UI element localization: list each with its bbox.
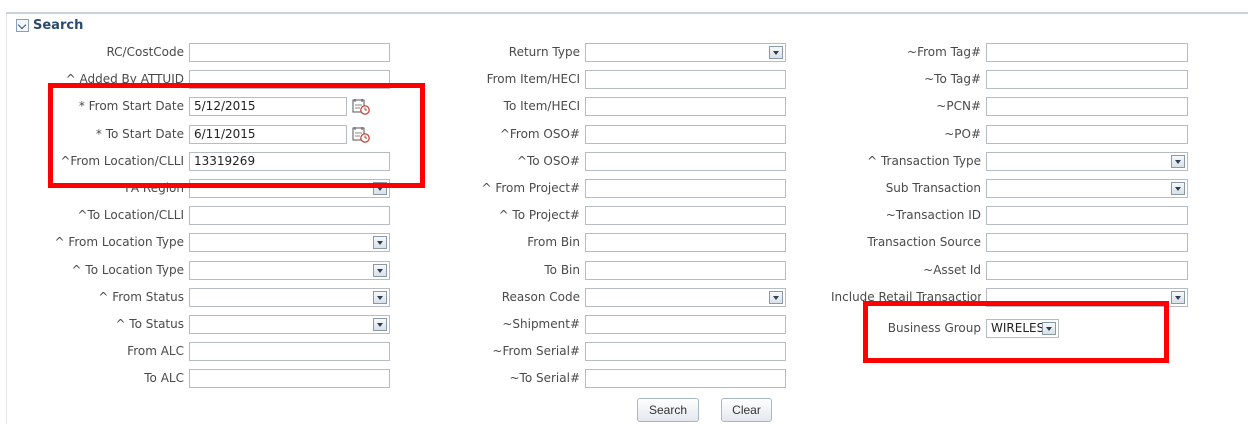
- to-bin-input[interactable]: [585, 261, 786, 280]
- include-retail-transaction-select[interactable]: [986, 288, 1188, 307]
- to-location-type-label: ^ To Location Type: [71, 263, 184, 277]
- dropdown-arrow-icon[interactable]: [1171, 182, 1185, 195]
- reason-code-select[interactable]: [585, 288, 786, 307]
- asset-id-label: ~Asset Id: [923, 263, 981, 277]
- clear-button[interactable]: Clear: [721, 398, 772, 422]
- to-alc-input[interactable]: [189, 369, 390, 388]
- to-start-date-input[interactable]: 6/11/2015: [189, 125, 347, 144]
- shipment-input[interactable]: [585, 315, 786, 334]
- to-bin-label: To Bin: [544, 263, 580, 277]
- from-alc-label: From ALC: [127, 344, 184, 358]
- from-oso-input[interactable]: [585, 125, 786, 144]
- to-project-input[interactable]: [585, 206, 786, 225]
- dropdown-arrow-icon[interactable]: [373, 182, 387, 195]
- from-status-label: ^ From Status: [98, 290, 184, 304]
- business-group-label: Business Group: [887, 321, 981, 335]
- business-group-select[interactable]: WIRELESS: [986, 319, 1059, 338]
- from-tag-input[interactable]: [986, 43, 1188, 62]
- to-alc-label: To ALC: [144, 371, 184, 385]
- from-location-clli-label: ^From Location/CLLI: [60, 154, 184, 168]
- section-title: Search: [33, 17, 84, 33]
- from-location-clli-input[interactable]: 13319269: [189, 152, 390, 171]
- to-serial-label: ~To Serial#: [509, 371, 580, 385]
- to-tag-input[interactable]: [986, 70, 1188, 89]
- transaction-type-label: ^ Transaction Type: [867, 154, 981, 168]
- include-retail-transaction-label: Include Retail Transaction: [831, 290, 981, 304]
- calendar-icon[interactable]: [352, 98, 370, 115]
- dropdown-arrow-icon[interactable]: [1171, 155, 1185, 168]
- from-item-heci-input[interactable]: [585, 70, 786, 89]
- to-item-heci-input[interactable]: [585, 97, 786, 116]
- dropdown-arrow-icon[interactable]: [1042, 322, 1056, 335]
- from-bin-input[interactable]: [585, 233, 786, 252]
- search-button[interactable]: Search: [637, 398, 699, 422]
- to-location-type-select[interactable]: [189, 261, 390, 280]
- dropdown-arrow-icon[interactable]: [373, 318, 387, 331]
- from-serial-label: ~From Serial#: [492, 344, 580, 358]
- asset-id-input[interactable]: [986, 261, 1188, 280]
- to-serial-input[interactable]: [585, 369, 786, 388]
- shipment-label: ~Shipment#: [502, 317, 580, 331]
- dropdown-arrow-icon[interactable]: [373, 264, 387, 277]
- fa-region-select[interactable]: [189, 179, 390, 198]
- return-type-label: Return Type: [508, 45, 580, 59]
- from-start-date-input[interactable]: 5/12/2015: [189, 97, 347, 116]
- rc-costcode-label: RC/CostCode: [106, 45, 184, 59]
- added-by-attuid-input[interactable]: [189, 70, 390, 89]
- dropdown-arrow-icon[interactable]: [373, 236, 387, 249]
- from-alc-input[interactable]: [189, 342, 390, 361]
- dropdown-arrow-icon[interactable]: [769, 46, 783, 59]
- to-project-label: ^ To Project#: [498, 208, 580, 222]
- transaction-type-select[interactable]: [986, 152, 1188, 171]
- from-location-type-select[interactable]: [189, 233, 390, 252]
- to-status-label: ^ To Status: [115, 317, 184, 331]
- pcn-label: ~PCN#: [936, 99, 981, 113]
- sub-transaction-label: Sub Transaction: [885, 181, 981, 195]
- return-type-select[interactable]: [585, 43, 786, 62]
- rc-costcode-input[interactable]: [189, 43, 390, 62]
- transaction-source-label: Transaction Source: [867, 235, 981, 249]
- sub-transaction-select[interactable]: [986, 179, 1188, 198]
- added-by-attuid-label: ^ Added By ATTUID: [65, 72, 184, 86]
- reason-code-label: Reason Code: [501, 290, 580, 304]
- dropdown-arrow-icon[interactable]: [373, 291, 387, 304]
- collapse-icon[interactable]: [16, 18, 29, 32]
- calendar-icon[interactable]: [352, 126, 370, 143]
- po-input[interactable]: [986, 125, 1188, 144]
- from-oso-label: ^From OSO#: [499, 127, 580, 141]
- from-location-type-label: ^ From Location Type: [54, 235, 184, 249]
- to-item-heci-label: To Item/HECI: [503, 99, 580, 113]
- to-location-clli-label: ^To Location/CLLI: [77, 208, 184, 222]
- from-project-input[interactable]: [585, 179, 786, 198]
- transaction-id-input[interactable]: [986, 206, 1188, 225]
- transaction-source-input[interactable]: [986, 233, 1188, 252]
- from-item-heci-label: From Item/HECI: [486, 72, 580, 86]
- fa-region-label: ^ FA Region: [111, 181, 184, 195]
- from-tag-label: ~From Tag#: [907, 45, 981, 59]
- dropdown-arrow-icon[interactable]: [769, 291, 783, 304]
- to-oso-label: ^To OSO#: [516, 154, 580, 168]
- to-status-select[interactable]: [189, 315, 390, 334]
- to-tag-label: ~To Tag#: [924, 72, 981, 86]
- transaction-id-label: ~Transaction ID: [885, 208, 981, 222]
- to-location-clli-input[interactable]: [189, 206, 390, 225]
- search-header[interactable]: Search: [16, 16, 83, 34]
- to-start-date-label: * To Start Date: [95, 127, 184, 141]
- from-project-label: ^ From Project#: [481, 181, 580, 195]
- po-label: ~PO#: [944, 127, 981, 141]
- from-serial-input[interactable]: [585, 342, 786, 361]
- to-oso-input[interactable]: [585, 152, 786, 171]
- from-start-date-label: * From Start Date: [78, 99, 184, 113]
- from-status-select[interactable]: [189, 288, 390, 307]
- dropdown-arrow-icon[interactable]: [1171, 291, 1185, 304]
- from-bin-label: From Bin: [527, 235, 580, 249]
- pcn-input[interactable]: [986, 97, 1188, 116]
